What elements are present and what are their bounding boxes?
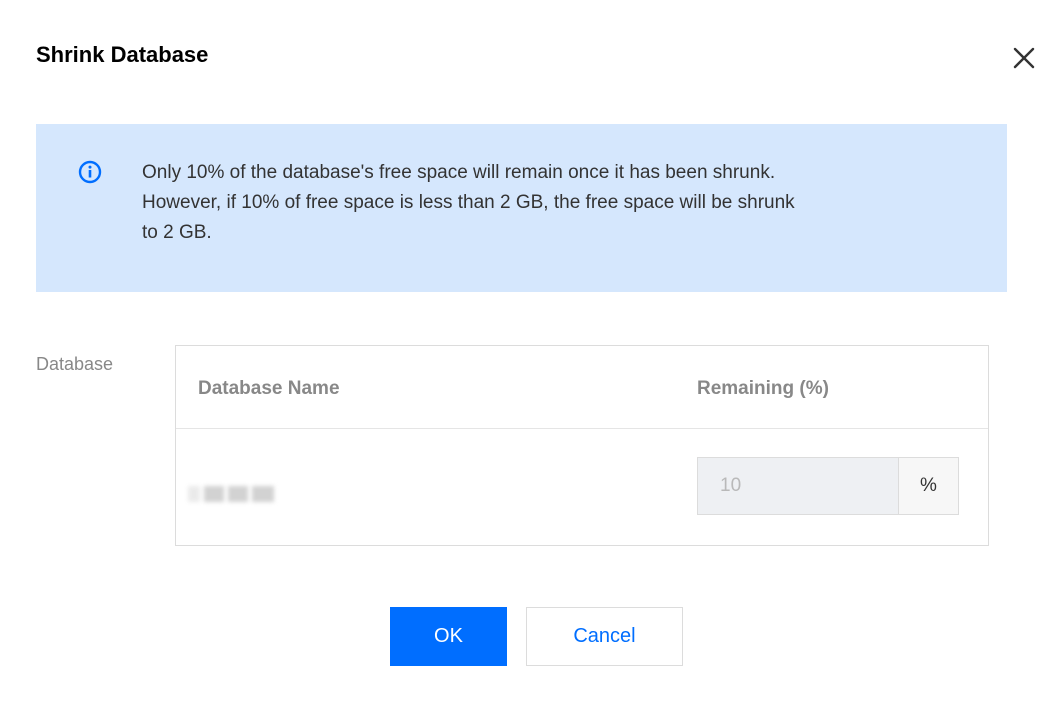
dialog-title: Shrink Database — [36, 42, 209, 67]
notice-line: to 2 GB. — [142, 222, 212, 243]
notice-line: However, if 10% of free space is less th… — [142, 192, 795, 213]
info-notice: Only 10% of the database's free space wi… — [36, 124, 1007, 292]
database-name-redacted — [188, 486, 276, 502]
table-header: Database Name Remaining (%) — [176, 346, 988, 429]
close-icon — [1013, 47, 1035, 69]
cancel-button[interactable]: Cancel — [526, 607, 683, 666]
notice-line: Only 10% of the database's free space wi… — [142, 162, 776, 183]
table-row: % — [176, 429, 988, 545]
close-button[interactable] — [1010, 44, 1038, 72]
database-table: Database Name Remaining (%) % — [175, 345, 989, 546]
remaining-percent-input[interactable] — [698, 458, 898, 514]
shrink-database-dialog: Shrink Database Only 10% of the database… — [0, 0, 1054, 704]
database-field-label: Database — [36, 354, 114, 374]
remaining-percent-input-group: % — [697, 457, 959, 515]
ok-button[interactable]: OK — [390, 607, 507, 666]
notice-text: Only 10% of the database's free space wi… — [142, 158, 962, 248]
column-header-database-name: Database Name — [198, 378, 340, 399]
column-header-remaining: Remaining (%) — [697, 378, 829, 399]
info-circle-icon — [78, 160, 102, 184]
percent-unit-label: % — [898, 458, 958, 514]
